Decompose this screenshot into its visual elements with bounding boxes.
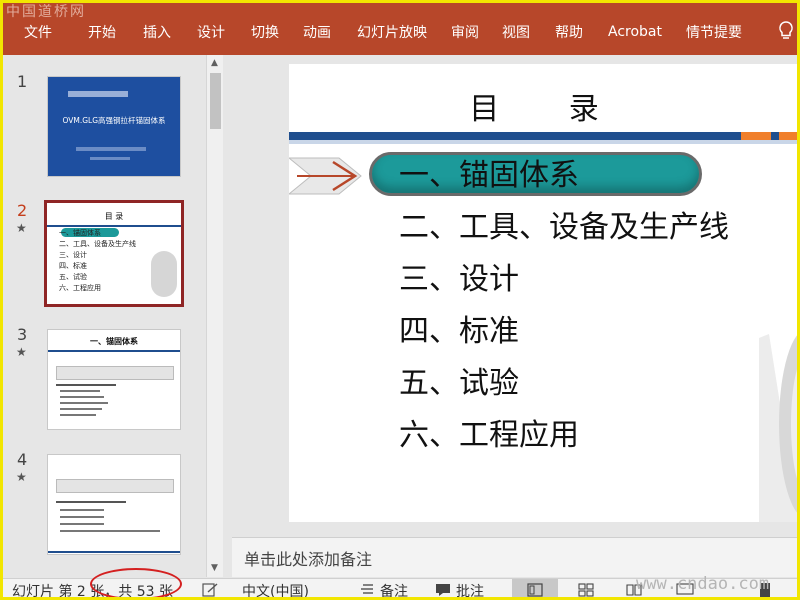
watermark-top: 中国道桥网 (6, 4, 86, 20)
toc-item-6[interactable]: 六、工程应用 (399, 410, 579, 454)
notes-placeholder[interactable]: 单击此处添加备注 (244, 546, 372, 570)
toc-item-3[interactable]: 三、设计 (399, 254, 519, 298)
scroll-down-icon[interactable]: ▼ (211, 563, 218, 573)
thumbnail-line: 二、工具、设备及生产线 (59, 240, 136, 248)
notes-pane[interactable]: 单击此处添加备注 (232, 537, 800, 577)
thumbnail-pane: 1 OVM.GLG高强钢拉杆锚固体系 2 ★ 目 录 一、锚固体系 二、工具、设… (0, 55, 228, 577)
notes-icon[interactable] (360, 583, 374, 596)
thumbnail-line: 三、设计 (59, 251, 87, 259)
toc-item-5[interactable]: 五、试验 (399, 358, 519, 402)
scroll-up-icon[interactable]: ▲ (211, 58, 218, 68)
animation-star-icon: ★ (16, 470, 27, 484)
thumbnail-line: 一、锚固体系 (59, 229, 101, 237)
product-image (759, 332, 800, 522)
thumbnail-number: 1 (17, 72, 28, 91)
ribbon: 中国道桥网 文件 开始 插入 设计 切换 动画 幻灯片放映 审阅 视图 帮助 A… (0, 0, 800, 55)
thumbnail-title: 一、锚固体系 (90, 337, 138, 346)
toc-item-1[interactable]: 一、锚固体系 (399, 150, 579, 194)
current-slide[interactable]: 目 录 一、锚固体系 二、工具、设备及生产线 三、设计 四、标准 五、试验 六、… (289, 64, 800, 522)
tab-storyboard[interactable]: 情节提要 (686, 22, 742, 42)
watermark-bottom: www.cndao.com (636, 574, 770, 594)
slide-title: 目 录 (469, 92, 629, 127)
thumbnail-number: 3 (17, 325, 28, 344)
thumbnail-slide[interactable]: 一、锚固体系 (47, 329, 181, 430)
thumbnail-slide[interactable]: 目 录 一、锚固体系 二、工具、设备及生产线 三、设计 四、标准 五、试验 六、… (44, 200, 184, 307)
tab-home[interactable]: 开始 (88, 22, 116, 42)
comments-button[interactable]: 批注 (456, 581, 484, 600)
language-indicator[interactable]: 中文(中国) (242, 581, 309, 600)
tab-design[interactable]: 设计 (197, 22, 225, 42)
normal-view-icon (527, 583, 543, 597)
thumbnail-slide[interactable]: OVM.GLG高强钢拉杆锚固体系 (47, 76, 181, 177)
thumbnail-title: 目 录 (104, 212, 124, 221)
thumbnail-slide[interactable] (47, 454, 181, 555)
thumbnail-line: 五、试验 (59, 273, 87, 281)
normal-view-button[interactable] (512, 579, 558, 600)
tab-insert[interactable]: 插入 (143, 22, 171, 42)
title-bar-accent (779, 132, 800, 140)
tab-file[interactable]: 文件 (24, 22, 52, 42)
title-bar-accent (741, 132, 771, 140)
tab-transitions[interactable]: 切换 (251, 22, 279, 42)
scrollbar-thumb[interactable] (210, 73, 221, 129)
title-bar-light (289, 140, 800, 144)
comments-icon[interactable] (435, 583, 451, 597)
thumbnail-number: 4 (17, 450, 28, 469)
thumbnail-line: 六、工程应用 (59, 284, 101, 292)
tab-animations[interactable]: 动画 (303, 22, 331, 42)
tab-slideshow[interactable]: 幻灯片放映 (357, 22, 427, 42)
toc-item-2[interactable]: 二、工具、设备及生产线 (399, 202, 729, 246)
slide-position: 幻灯片 第 2 张，共 53 张 (12, 584, 173, 600)
animation-star-icon: ★ (16, 345, 27, 359)
lightbulb-icon[interactable] (776, 20, 796, 42)
thumbnail-scrollbar[interactable]: ▲ ▼ (206, 55, 223, 577)
tab-review[interactable]: 审阅 (451, 22, 479, 42)
slide-sorter-icon[interactable] (578, 583, 594, 597)
title-bar (289, 132, 800, 140)
animation-star-icon: ★ (16, 221, 27, 235)
notes-button[interactable]: 备注 (380, 581, 408, 600)
edit-notes-icon[interactable] (202, 583, 218, 597)
thumbnail-number: 2 (17, 201, 28, 220)
thumbnail-line: 四、标准 (59, 262, 87, 270)
toc-item-4[interactable]: 四、标准 (399, 306, 519, 350)
ribbon-tabs: 文件 开始 插入 设计 切换 动画 幻灯片放映 审阅 视图 帮助 Acrobat… (0, 20, 742, 44)
tab-acrobat[interactable]: Acrobat (608, 24, 662, 40)
tab-view[interactable]: 视图 (502, 22, 530, 42)
arrow-decoration (289, 157, 362, 195)
thumbnail-title: OVM.GLG高强钢拉杆锚固体系 (62, 116, 166, 125)
tab-help[interactable]: 帮助 (555, 22, 583, 42)
